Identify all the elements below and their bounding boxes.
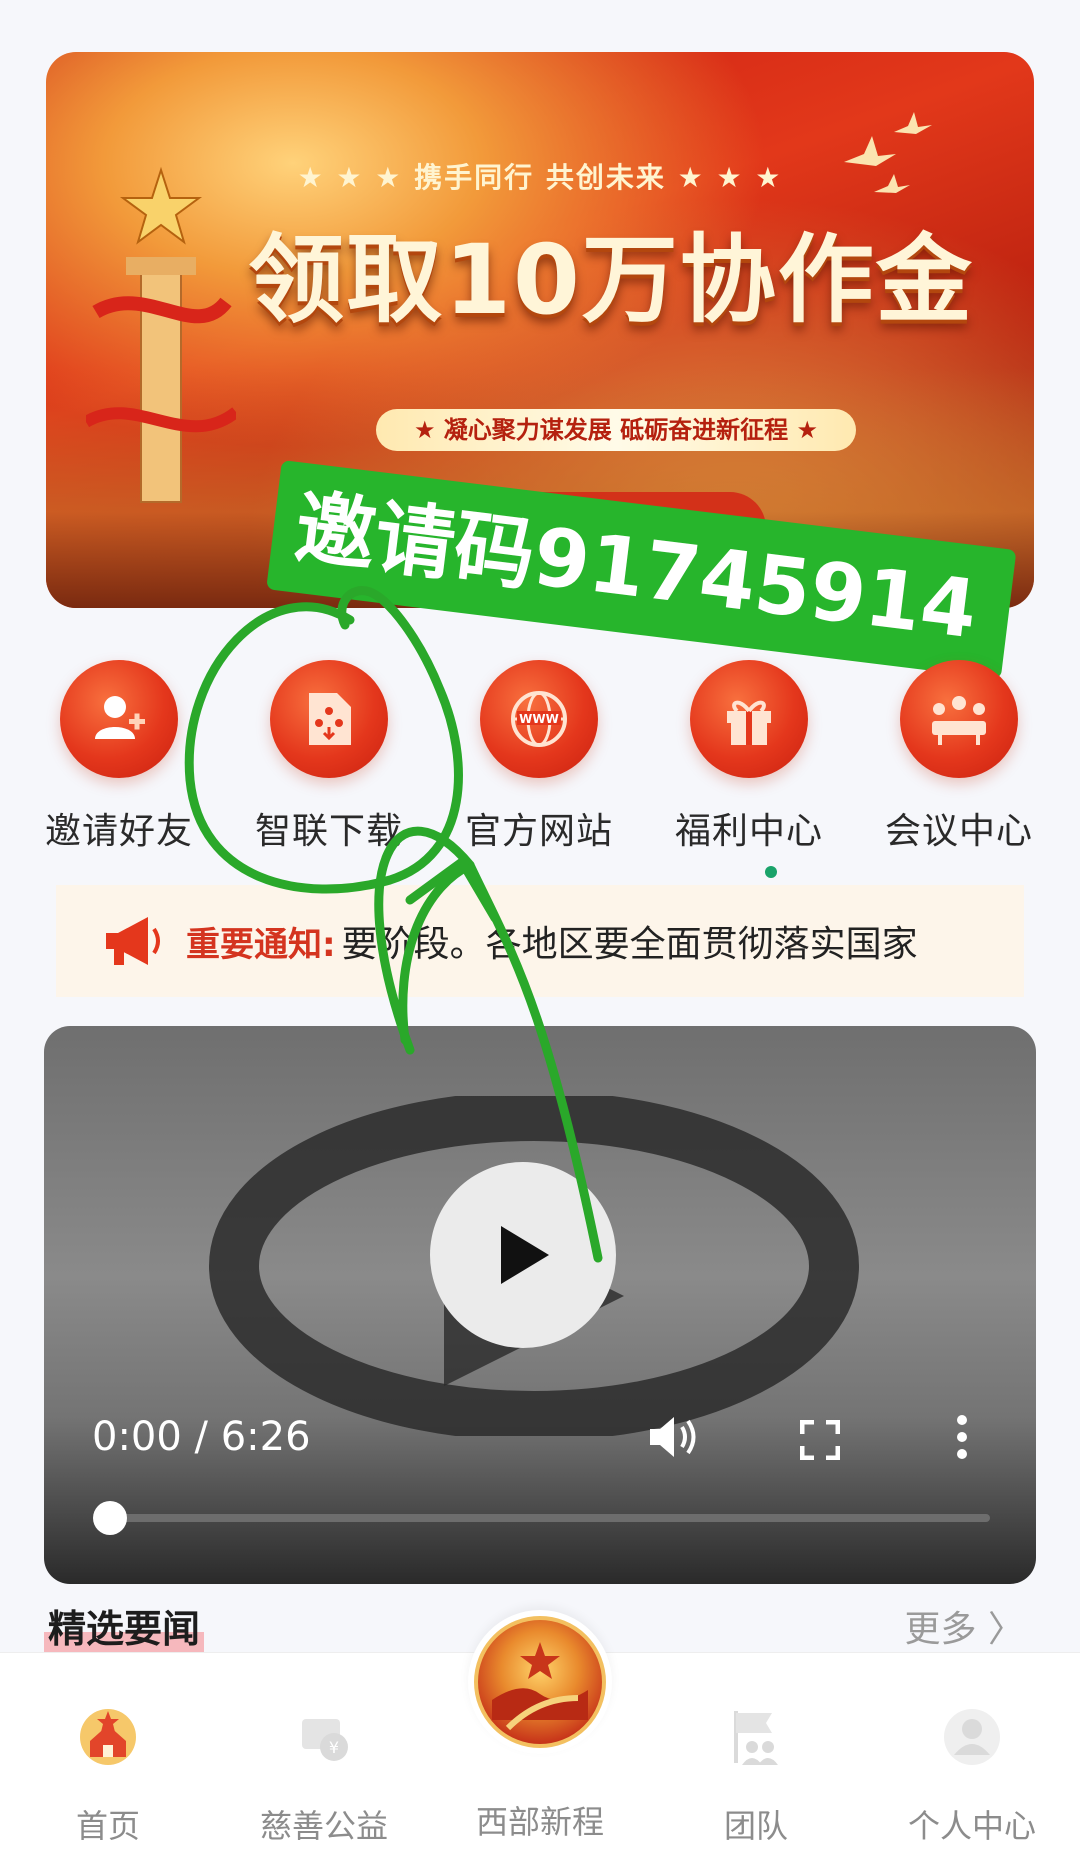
quick-action-label: 邀请好友 xyxy=(44,811,193,852)
add-user-icon xyxy=(60,660,178,778)
notice-marquee[interactable]: 重要通知: 要阶段。各地区要全面贯彻落实国家 xyxy=(56,885,1024,997)
svg-text:WWW: WWW xyxy=(519,712,559,726)
more-options-icon[interactable] xyxy=(954,1414,970,1460)
svg-text:¥: ¥ xyxy=(329,1738,339,1757)
home-icon xyxy=(80,1709,136,1765)
play-button[interactable] xyxy=(430,1162,616,1348)
charity-icon: ¥ xyxy=(302,1719,348,1761)
banner-sub-slogan: ★ 凝心聚力谋发展 砥砺奋进新征程 ★ xyxy=(376,409,856,451)
quick-action-invite-friends[interactable]: 邀请好友 xyxy=(14,660,224,854)
tab-charity[interactable]: ¥ 慈善公益 xyxy=(216,1705,432,1847)
tab-label: 团队 xyxy=(723,1807,788,1845)
quick-action-official-site[interactable]: WWW 官方网站 xyxy=(434,660,644,854)
west-journey-center-button[interactable] xyxy=(468,1610,612,1754)
quick-action-meeting-center[interactable]: 会议中心 xyxy=(854,660,1064,854)
download-file-icon xyxy=(270,660,388,778)
quick-action-welfare-center[interactable]: 福利中心 xyxy=(644,660,854,854)
meeting-icon xyxy=(900,660,1018,778)
notice-text: 要阶段。各地区要全面贯彻落实国家 xyxy=(341,924,918,965)
tab-label: 慈善公益 xyxy=(259,1807,388,1845)
tab-team[interactable]: 团队 xyxy=(648,1705,864,1847)
banner-headline: 领取10万协作金 xyxy=(248,224,974,336)
megaphone-icon xyxy=(106,917,160,965)
gift-icon xyxy=(690,660,808,778)
news-section-title: 精选要闻 xyxy=(44,1598,205,1653)
quick-action-label: 官方网站 xyxy=(464,811,613,852)
tab-label: 个人中心 xyxy=(907,1807,1036,1845)
fullscreen-icon[interactable] xyxy=(800,1420,840,1460)
west-journey-icon xyxy=(474,1616,606,1748)
profile-icon xyxy=(944,1709,1000,1765)
news-more-link[interactable]: 更多 〉 xyxy=(905,1600,1024,1652)
team-icon xyxy=(734,1711,778,1765)
quick-action-label: 福利中心 xyxy=(674,811,823,852)
tab-profile[interactable]: 个人中心 xyxy=(864,1705,1080,1847)
video-progress-bar[interactable] xyxy=(93,1501,990,1535)
volume-icon[interactable] xyxy=(646,1411,702,1463)
quick-action-smart-download[interactable]: 智联下载 xyxy=(224,660,434,854)
banner-top-slogan: ★ ★ ★ 携手同行 共创未来 ★ ★ ★ xyxy=(297,161,783,194)
tab-label: 西部新程 xyxy=(475,1803,604,1841)
video-progress-knob[interactable] xyxy=(93,1501,127,1535)
tab-home[interactable]: 首页 xyxy=(0,1705,216,1847)
quick-action-label: 会议中心 xyxy=(884,811,1033,852)
video-time: 0:00 / 6:26 xyxy=(92,1414,311,1460)
carousel-page-indicator xyxy=(765,866,777,878)
tab-label: 首页 xyxy=(75,1807,140,1845)
notice-title: 重要通知: xyxy=(186,924,336,965)
quick-action-row: 邀请好友 智联下载 WWW 官方网站 福利中心 会议中心 xyxy=(0,660,1080,860)
play-icon xyxy=(501,1226,549,1284)
www-globe-icon: WWW xyxy=(480,660,598,778)
video-player[interactable]: 0:00 / 6:26 xyxy=(44,1026,1036,1584)
quick-action-label: 智联下载 xyxy=(254,811,403,852)
